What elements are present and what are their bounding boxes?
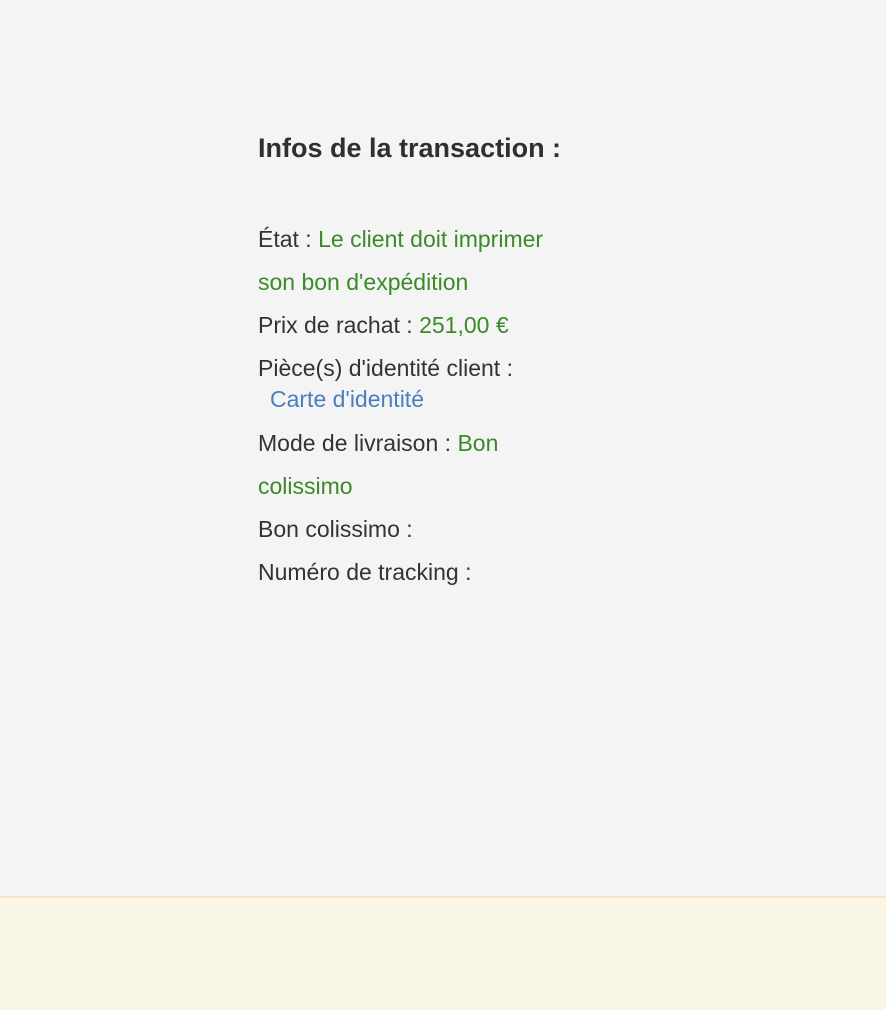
tracking-row: Numéro de tracking : [258,551,563,594]
voucher-label: Bon colissimo : [258,516,413,542]
delivery-label: Mode de livraison : [258,430,458,456]
price-row: Prix de rachat : 251,00 € [258,304,563,347]
price-label: Prix de rachat : [258,312,420,338]
transaction-info-panel: Infos de la transaction : État : Le clie… [258,126,593,594]
id-documents-label: Pièce(s) d'identité client : [258,355,513,381]
tracking-label: Numéro de tracking : [258,559,472,585]
footer [0,896,886,1010]
state-row: État : Le client doit imprimer son bon d… [258,218,563,304]
transaction-details: État : Le client doit imprimer son bon d… [258,218,563,594]
delivery-row: Mode de livraison : Bon colissimo [258,422,563,508]
state-label: État : [258,226,319,252]
section-title: Infos de la transaction : [258,133,562,163]
id-documents-row: Pièce(s) d'identité client : Carte d'iden… [258,347,563,414]
id-card-link[interactable]: Carte d'identité [270,384,563,414]
voucher-row: Bon colissimo : [258,508,563,551]
price-value: 251,00 € [419,312,509,338]
